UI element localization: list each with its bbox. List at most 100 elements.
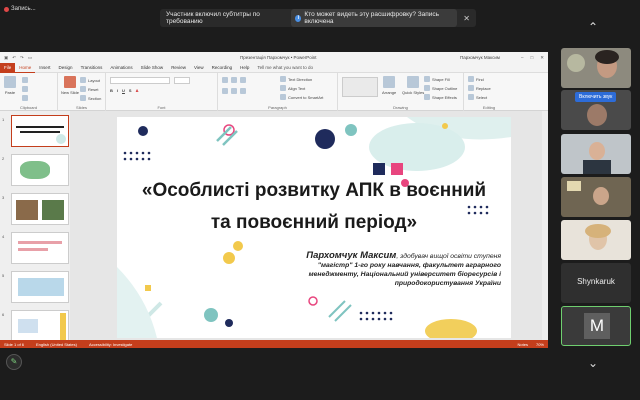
transcript-info-button[interactable]: i Кто может видеть эту расшифровку? Запи… [291, 9, 458, 27]
arrange-button[interactable]: Arrange [382, 76, 396, 95]
slide-editor[interactable]: «Особлисті розвитку АПК в воєнний та пов… [70, 111, 548, 340]
present-icon[interactable]: ▭ [28, 55, 32, 61]
participant-tile-shynkaruk[interactable]: Shynkaruk [561, 263, 631, 303]
participant-tile[interactable] [561, 177, 631, 217]
recording-indicator[interactable]: Запись... [4, 2, 50, 16]
title-bar: ▣ ↶ ↷ ▭ Презентація Пархомчук • PowerPoi… [0, 52, 548, 63]
save-icon[interactable]: ▣ [4, 55, 8, 61]
align-center-icon[interactable] [231, 88, 237, 94]
align-text-label: Align Text [288, 85, 306, 91]
shape-outline-button[interactable]: Shape Outline [424, 85, 457, 91]
bold-icon[interactable]: B [110, 88, 113, 93]
transcript-info-label: Кто может видеть эту расшифровку? Запись… [304, 11, 440, 25]
format-painter-button[interactable] [22, 95, 28, 101]
user-name[interactable]: Пархомчук Максим [460, 55, 500, 60]
cut-icon [22, 77, 28, 83]
enable-sound-button[interactable]: Включить звук [575, 92, 617, 102]
participant-shirt [583, 160, 611, 174]
bullets-icon[interactable] [222, 77, 228, 83]
tab-insert[interactable]: Insert [35, 63, 54, 73]
paste-button[interactable]: Paste [4, 76, 16, 95]
font-format-buttons: B I U S A [110, 88, 138, 93]
font-size-select[interactable] [174, 77, 190, 84]
tell-me-search[interactable]: Tell me what you want to do [257, 65, 313, 70]
slide-title[interactable]: «Особлисті розвитку АПК в воєнний та пов… [117, 175, 511, 239]
ribbon-group-drawing: Arrange Quick Styles Shape Fill Shape Ou… [338, 73, 464, 111]
participant-tile[interactable] [561, 48, 631, 88]
dot-grid-shape [123, 151, 151, 161]
tab-slide-show[interactable]: Slide Show [137, 63, 168, 73]
font-color-icon[interactable]: A [136, 88, 139, 93]
close-icon[interactable]: ✕ [463, 14, 470, 23]
find-button[interactable]: Find [468, 76, 484, 82]
new-slide-button[interactable]: New Slide [61, 76, 79, 95]
tab-review[interactable]: Review [167, 63, 190, 73]
clipboard-group-label: Clipboard [19, 105, 38, 110]
shape-effects-icon [424, 94, 430, 100]
chevron-up-icon[interactable]: ⌃ [588, 20, 598, 34]
tab-home[interactable]: Home [15, 63, 36, 73]
maximize-icon[interactable]: □ [531, 55, 534, 61]
participant-tile[interactable] [561, 220, 631, 260]
vertical-scrollbar[interactable] [542, 111, 548, 340]
notes-button[interactable]: Notes [518, 342, 528, 347]
shapes-gallery[interactable] [342, 77, 378, 97]
align-right-icon[interactable] [240, 88, 246, 94]
slide-info: Slide 1 of 6 [4, 341, 25, 347]
align-left-icon[interactable] [222, 88, 228, 94]
new-slide-label: New Slide [61, 90, 80, 95]
slide-author-block[interactable]: Пархомчук Максим, здобувач вищої освіти … [271, 251, 501, 288]
tab-transitions[interactable]: Transitions [77, 63, 107, 73]
indent-icon[interactable] [240, 77, 246, 83]
cut-button[interactable] [22, 77, 28, 83]
zoom-level[interactable]: 70% [536, 342, 544, 347]
list-buttons [222, 77, 246, 83]
pink-ring-shape [308, 296, 318, 306]
reset-button[interactable]: Reset [80, 86, 98, 92]
quick-styles-button[interactable]: Quick Styles [402, 76, 424, 95]
numbering-icon[interactable] [231, 77, 237, 83]
slide-thumbnail-1[interactable] [11, 115, 69, 147]
strikethrough-icon[interactable]: S [129, 88, 132, 93]
chevron-down-icon[interactable]: ⌄ [588, 356, 598, 370]
tab-design[interactable]: Design [55, 63, 77, 73]
select-button[interactable]: Select [468, 94, 487, 100]
convert-smartart-button[interactable]: Convert to SmartArt [280, 94, 323, 100]
participant-tile-self[interactable]: M [561, 306, 631, 346]
copy-button[interactable] [22, 86, 28, 92]
quick-styles-label: Quick Styles [402, 90, 425, 95]
font-name-select[interactable] [110, 77, 170, 84]
redo-icon[interactable]: ↷ [20, 55, 24, 61]
undo-icon[interactable]: ↶ [12, 55, 16, 61]
window-close-icon[interactable]: ✕ [540, 55, 544, 61]
slide-thumbnail-4[interactable] [11, 232, 69, 264]
slide-thumbnail-3[interactable] [11, 193, 69, 225]
tab-help[interactable]: Help [236, 63, 253, 73]
underline-icon[interactable]: U [122, 88, 125, 93]
tab-animations[interactable]: Animations [106, 63, 136, 73]
layout-button[interactable]: Layout [80, 77, 100, 83]
paste-label: Paste [4, 90, 16, 95]
current-slide[interactable]: «Особлисті розвитку АПК в воєнний та пов… [117, 117, 511, 338]
minimize-icon[interactable]: – [521, 55, 524, 61]
italic-icon[interactable]: I [117, 88, 118, 93]
slide-thumbnail-5[interactable] [11, 271, 69, 303]
replace-button[interactable]: Replace [468, 85, 491, 91]
annotate-pen-icon[interactable]: ✎ [6, 354, 22, 370]
text-direction-button[interactable]: Text Direction [280, 76, 312, 82]
align-text-button[interactable]: Align Text [280, 85, 305, 91]
slide-thumbnail-6[interactable] [11, 310, 69, 342]
language-status[interactable]: English (United States) [36, 342, 77, 347]
tab-view[interactable]: View [190, 63, 208, 73]
shape-fill-button[interactable]: Shape Fill [424, 76, 450, 82]
tab-recording[interactable]: Recording [208, 63, 237, 73]
participant-tile[interactable]: Включить звук [561, 90, 631, 130]
participant-tile[interactable] [561, 134, 631, 174]
shape-effects-button[interactable]: Shape Effects [424, 94, 457, 100]
reset-label: Reset [88, 86, 99, 92]
tab-file[interactable]: File [0, 62, 16, 73]
slide-thumbnail-2[interactable] [11, 154, 69, 186]
align-text-icon [280, 85, 286, 91]
section-button[interactable]: Section [80, 95, 101, 101]
accessibility-status[interactable]: Accessibility: Investigate [89, 342, 132, 347]
